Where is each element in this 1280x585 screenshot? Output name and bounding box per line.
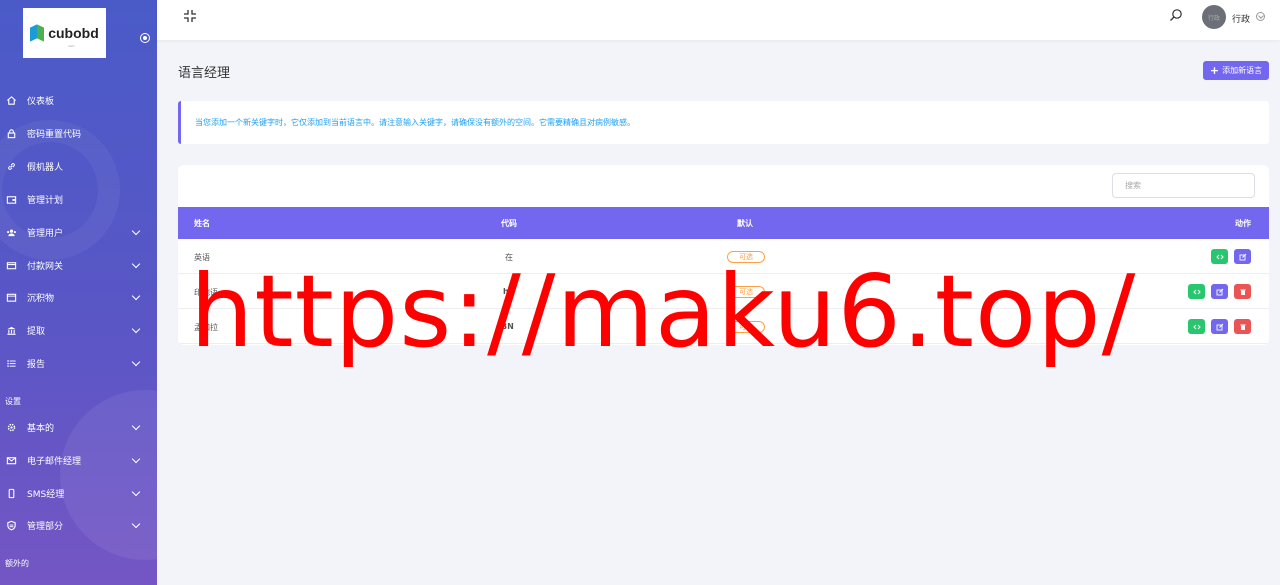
- trash-icon: [1239, 324, 1246, 330]
- sidebar-item-label: 仪表板: [27, 96, 55, 107]
- sidebar-item-fake-bots[interactable]: 假机器人: [0, 155, 157, 177]
- column-header-code: 代码: [501, 219, 517, 228]
- lock-icon: [6, 128, 17, 139]
- sidebar-item-password-reset[interactable]: 密码重置代码: [0, 122, 157, 144]
- column-header-name: 姓名: [194, 219, 210, 228]
- code-icon: [1215, 254, 1224, 259]
- bank-icon: [6, 325, 17, 336]
- sidebar-item-payment-gateway[interactable]: 付款网关: [0, 254, 157, 276]
- trash-icon: [1239, 289, 1246, 295]
- sidebar-toggle-icon[interactable]: [140, 33, 150, 43]
- code-button[interactable]: [1211, 249, 1228, 264]
- wallet-icon: [6, 194, 17, 205]
- logo-subtext: com: [68, 44, 75, 48]
- search-input[interactable]: [1112, 173, 1255, 198]
- link-icon: [6, 161, 17, 172]
- sidebar-item-dashboard[interactable]: 仪表板: [0, 89, 157, 111]
- code-icon: [1192, 324, 1201, 329]
- chevron-down-icon: [131, 259, 141, 268]
- sidebar-item-sms-manager[interactable]: SMS经理: [0, 482, 157, 504]
- sidebar-item-withdraw[interactable]: 提取: [0, 319, 157, 341]
- table-header: 姓名 代码 默认 动作: [178, 207, 1269, 239]
- sidebar-item-label: 基本的: [27, 423, 55, 434]
- chevron-down-icon: [131, 291, 141, 300]
- card-icon: [6, 260, 17, 271]
- sidebar-item-label: 付款网关: [27, 261, 64, 272]
- chevron-down-icon: [131, 324, 141, 333]
- page-title: 语言经理: [178, 66, 231, 81]
- shield-icon: [6, 520, 17, 531]
- sidebar-item-plans[interactable]: 管理计划: [0, 188, 157, 210]
- topbar: 行政 行政: [157, 0, 1280, 40]
- logo-text: cubobd: [48, 25, 99, 41]
- sidebar-item-label: 管理部分: [27, 521, 64, 532]
- watermark-overlay: https://maku6.top/: [190, 253, 1137, 370]
- column-header-action: 动作: [1235, 219, 1251, 228]
- chevron-down-icon: [131, 487, 141, 496]
- code-button[interactable]: [1188, 319, 1205, 334]
- sidebar-item-basic[interactable]: 基本的: [0, 416, 157, 438]
- edit-icon: [1216, 323, 1223, 330]
- sidebar-item-email-manager[interactable]: 电子邮件经理: [0, 449, 157, 471]
- chevron-down-icon: [131, 421, 141, 430]
- collapse-fullscreen-icon[interactable]: [183, 9, 197, 23]
- sidebar-item-label: 沉积物: [27, 293, 55, 304]
- sidebar-section-settings: 设置: [5, 397, 21, 406]
- user-name[interactable]: 行政: [1232, 12, 1250, 25]
- sidebar-item-label: 电子邮件经理: [27, 456, 82, 467]
- sidebar-section-extra: 额外的: [5, 559, 29, 568]
- code-icon: [1192, 289, 1201, 294]
- sidebar: cubobd com 仪表板 密码重置代码 假机器人 管理计划 管理用户 付款网…: [0, 0, 157, 585]
- deposit-icon: [6, 292, 17, 303]
- sidebar-item-label: 管理计划: [27, 195, 64, 206]
- edit-button[interactable]: [1211, 319, 1228, 334]
- add-language-button[interactable]: + 添加新语言: [1203, 61, 1269, 80]
- avatar[interactable]: 行政: [1202, 5, 1226, 29]
- sidebar-item-label: SMS经理: [27, 489, 65, 500]
- chevron-down-icon: [131, 226, 141, 235]
- mail-icon: [6, 455, 17, 466]
- plus-icon: +: [1209, 64, 1220, 77]
- search-icon[interactable]: [1169, 8, 1183, 22]
- sidebar-item-reports[interactable]: 报告: [0, 352, 157, 374]
- info-alert: 当您添加一个新关键字时，它仅添加到当前语言中。请注意输入关键字，请确保没有额外的…: [178, 101, 1269, 144]
- sidebar-item-label: 密码重置代码: [27, 129, 82, 140]
- sidebar-item-manage-sections[interactable]: 管理部分: [0, 514, 157, 536]
- users-icon: [6, 227, 17, 238]
- sidebar-item-label: 假机器人: [27, 162, 64, 173]
- phone-icon: [6, 488, 17, 499]
- chevron-down-icon: [131, 519, 141, 528]
- alert-text: 当您添加一个新关键字时，它仅添加到当前语言中。请注意输入关键字，请确保没有额外的…: [195, 118, 635, 127]
- delete-button[interactable]: [1234, 284, 1251, 299]
- edit-button[interactable]: [1211, 284, 1228, 299]
- gear-icon: [6, 422, 17, 433]
- add-language-label: 添加新语言: [1222, 66, 1263, 75]
- brand-logo[interactable]: cubobd com: [23, 8, 106, 58]
- home-icon: [6, 95, 17, 106]
- sidebar-item-label: 提取: [27, 326, 46, 337]
- chevron-down-icon: [131, 454, 141, 463]
- chevron-down-icon: [131, 357, 141, 366]
- chevron-down-circle-icon[interactable]: [1256, 12, 1265, 21]
- sidebar-item-label: 管理用户: [27, 228, 64, 239]
- edit-icon: [1239, 253, 1246, 260]
- edit-icon: [1216, 288, 1223, 295]
- code-button[interactable]: [1188, 284, 1205, 299]
- cube-logo-icon: [30, 24, 45, 42]
- sidebar-item-users[interactable]: 管理用户: [0, 221, 157, 243]
- column-header-default: 默认: [737, 219, 753, 228]
- sidebar-item-label: 报告: [27, 359, 46, 370]
- edit-button[interactable]: [1234, 249, 1251, 264]
- delete-button[interactable]: [1234, 319, 1251, 334]
- sidebar-item-deposits[interactable]: 沉积物: [0, 286, 157, 308]
- list-icon: [6, 358, 17, 369]
